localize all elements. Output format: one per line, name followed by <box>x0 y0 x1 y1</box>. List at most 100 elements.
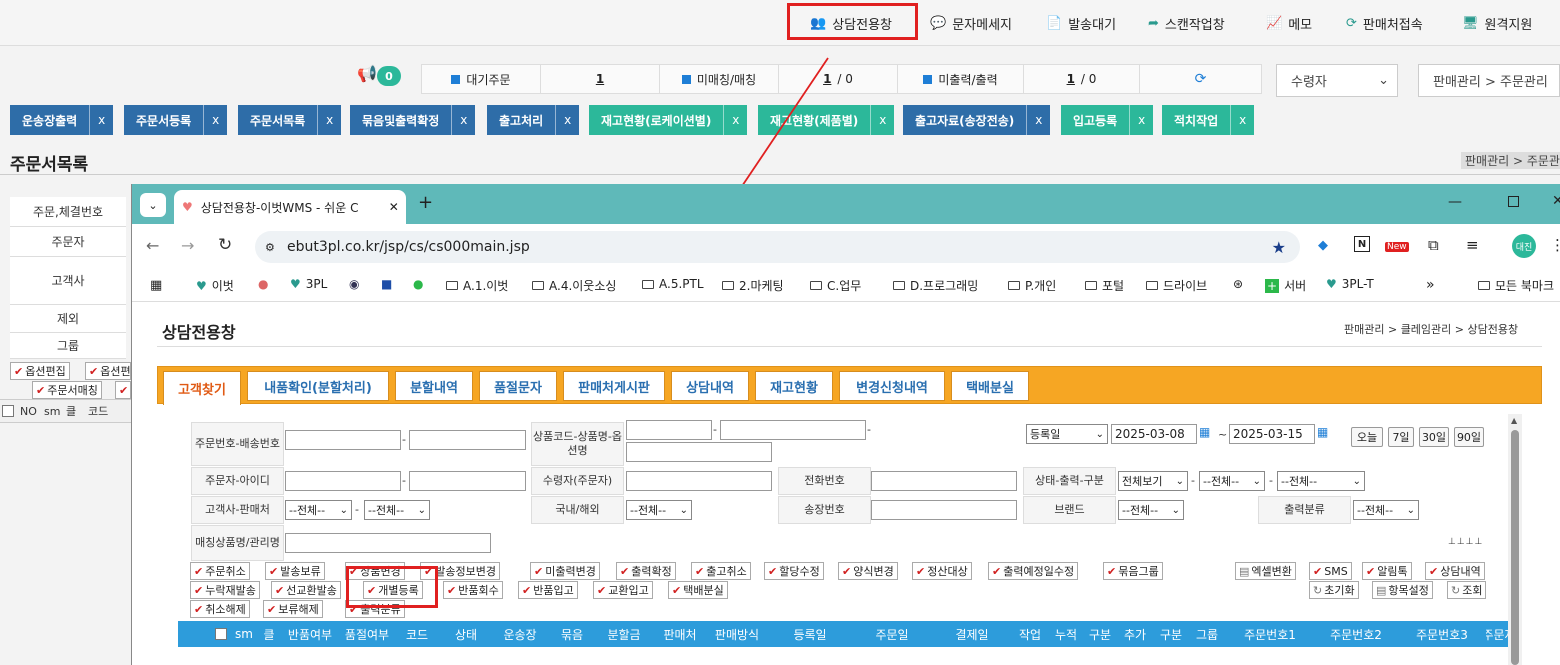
extension-icon[interactable]: ◆ <box>1318 238 1328 253</box>
btn-exchange-in[interactable]: ✔ 교환입고 <box>593 581 653 599</box>
domestic-select[interactable]: --전체-- <box>626 500 692 520</box>
btn-search[interactable]: ↻ 조회 <box>1447 581 1487 599</box>
bookmark-app1[interactable]: ● <box>258 277 268 291</box>
maximize-icon[interactable] <box>1508 196 1519 207</box>
product-name-input[interactable] <box>720 420 866 440</box>
bookmark-6[interactable]: C.업무 <box>810 277 861 294</box>
product-code-input[interactable] <box>626 420 712 440</box>
url-input[interactable]: ⚙ ebut3pl.co.kr/jsp/cs/cs000main.jsp ★ <box>255 231 1300 263</box>
btn-columns[interactable]: ▤ 항목설정 <box>1372 581 1433 599</box>
minimize-icon[interactable]: — <box>1448 194 1462 210</box>
select-all-checkbox[interactable] <box>215 628 227 640</box>
bookmark-5[interactable]: 2.마케팅 <box>722 277 784 294</box>
new-tab-icon[interactable]: + <box>418 192 433 213</box>
receiver-input[interactable] <box>626 471 772 491</box>
reload-icon[interactable]: ↻ <box>218 235 232 255</box>
date-from-input[interactable]: 2025-03-08 <box>1111 424 1197 444</box>
btn-unprinted[interactable]: ✔ 미출력변경 <box>530 562 600 580</box>
profile-avatar[interactable]: 대진 <box>1512 234 1536 258</box>
order-no-input[interactable] <box>285 430 401 450</box>
bookmark-9[interactable]: 포털 <box>1085 277 1124 294</box>
bookmark-11[interactable]: + 서버 <box>1265 277 1306 294</box>
btn-return-in[interactable]: ✔ 반품입고 <box>518 581 578 599</box>
btn-settle[interactable]: ✔ 정산대상 <box>912 562 972 580</box>
btn-ship-cancel[interactable]: ✔ 출고취소 <box>691 562 751 580</box>
browser-tab[interactable]: ♥ 상담전용창-이벗WMS - 쉬운 C ✕ <box>174 190 406 224</box>
tab-stock[interactable]: 재고현황 <box>755 371 833 401</box>
btn-consult-history[interactable]: ✔ 상담내역 <box>1425 562 1485 580</box>
tab-lost-parcel[interactable]: 택배분실 <box>951 371 1029 401</box>
btn-sms[interactable]: ✔ SMS <box>1309 562 1352 580</box>
90days-button[interactable]: 90일 <box>1454 427 1484 447</box>
puzzle-icon[interactable]: ⧉ <box>1428 236 1439 254</box>
brand-select[interactable]: --전체-- <box>1118 500 1184 520</box>
matching-input[interactable] <box>285 533 491 553</box>
date-type-select[interactable]: 등록일 <box>1026 424 1108 444</box>
btn-form-change[interactable]: ✔ 양식변경 <box>838 562 898 580</box>
class-select[interactable]: --전체-- <box>1277 471 1365 491</box>
scroll-thumb[interactable] <box>1511 430 1519 665</box>
bookmarks-more[interactable]: » <box>1426 277 1435 293</box>
bookmark-4[interactable]: A.5.PTL <box>642 277 704 291</box>
client-select[interactable]: --전체-- <box>285 500 352 520</box>
btn-return-pickup[interactable]: ✔ 반품회수 <box>443 581 503 599</box>
bookmark-0[interactable]: ♥ 이벗 <box>196 277 234 294</box>
btn-pre-exchange[interactable]: ✔ 선교환발송 <box>271 581 341 599</box>
state-select[interactable]: 전체보기 <box>1118 471 1188 491</box>
delivery-no-input[interactable] <box>409 430 526 450</box>
bookmark-10[interactable]: 드라이브 <box>1146 277 1207 294</box>
close-icon[interactable]: ✕ <box>389 200 399 214</box>
tab-consult-history[interactable]: 상담내역 <box>671 371 749 401</box>
tab-customer-search[interactable]: 고객찾기 <box>163 371 241 405</box>
tab-split-history[interactable]: 분할내역 <box>395 371 473 401</box>
btn-resend[interactable]: ✔ 누락재발송 <box>190 581 260 599</box>
window-close-icon[interactable]: ✕ <box>1552 193 1560 209</box>
date-to-input[interactable]: 2025-03-15 <box>1229 424 1315 444</box>
btn-reset[interactable]: ↻ 초기화 <box>1309 581 1359 599</box>
bookmark-app4[interactable]: ● <box>413 277 423 291</box>
vertical-scrollbar[interactable]: ▲ <box>1508 414 1522 665</box>
btn-hold-release[interactable]: ✔ 보류해제 <box>263 600 323 618</box>
apps-grid-icon[interactable]: ▦ <box>150 278 162 293</box>
bookmark-app2[interactable]: ◉ <box>349 277 359 291</box>
bookmark-7[interactable]: D.프로그래밍 <box>893 277 978 294</box>
print-select[interactable]: --전체-- <box>1199 471 1265 491</box>
seller-select[interactable]: --전체-- <box>364 500 430 520</box>
btn-print-date[interactable]: ✔ 출력예정일수정 <box>988 562 1079 580</box>
7days-button[interactable]: 7일 <box>1388 427 1414 447</box>
tab-content-check[interactable]: 내품확인(분할처리) <box>247 371 389 401</box>
btn-alimtalk[interactable]: ✔ 알림톡 <box>1362 562 1412 580</box>
back-icon[interactable]: ← <box>146 236 159 255</box>
btn-alloc-edit[interactable]: ✔ 할당수정 <box>764 562 824 580</box>
resize-handle-icon[interactable]: ⊥⊥⊥⊥ <box>1448 537 1483 547</box>
notion-icon[interactable]: N <box>1354 236 1370 252</box>
new-badge[interactable]: New <box>1385 242 1409 252</box>
bookmark-1[interactable]: ♥ 3PL <box>290 277 327 291</box>
30days-button[interactable]: 30일 <box>1419 427 1449 447</box>
chevron-down-icon[interactable]: ⌄ <box>140 193 166 217</box>
invoice-input[interactable] <box>871 500 1017 520</box>
scroll-up-icon[interactable]: ▲ <box>1511 416 1517 425</box>
tab-change-request[interactable]: 변경신청내역 <box>839 371 945 401</box>
forward-icon[interactable]: → <box>181 236 194 255</box>
tab-seller-board[interactable]: 판매처게시판 <box>563 371 665 401</box>
menu-dots-icon[interactable]: ⋮ <box>1550 236 1560 254</box>
bookmark-all[interactable]: 모든 북마크 <box>1478 277 1554 294</box>
media-icon[interactable]: ≡ <box>1466 236 1479 254</box>
phone-input[interactable] <box>871 471 1017 491</box>
btn-hold[interactable]: ✔ 발송보류 <box>265 562 325 580</box>
orderer-id-input[interactable] <box>409 471 526 491</box>
star-icon[interactable]: ★ <box>1272 238 1286 257</box>
bookmark-openai[interactable]: ⊛ <box>1233 277 1243 291</box>
btn-cancel-release[interactable]: ✔ 취소해제 <box>190 600 250 618</box>
bookmark-12[interactable]: ♥ 3PL-T <box>1326 277 1374 291</box>
calendar-icon[interactable]: ▦ <box>1317 425 1328 439</box>
btn-print-confirm[interactable]: ✔ 출력확정 <box>616 562 676 580</box>
print-class-select[interactable]: --전체-- <box>1353 500 1419 520</box>
bookmark-2[interactable]: A.1.이벗 <box>446 277 508 294</box>
bookmark-3[interactable]: A.4.이웃소싱 <box>532 277 616 294</box>
calendar-icon[interactable]: ▦ <box>1199 425 1210 439</box>
site-info-icon[interactable]: ⚙ <box>265 241 275 254</box>
bookmark-8[interactable]: P.개인 <box>1008 277 1056 294</box>
bookmark-app3[interactable]: ■ <box>381 277 392 291</box>
